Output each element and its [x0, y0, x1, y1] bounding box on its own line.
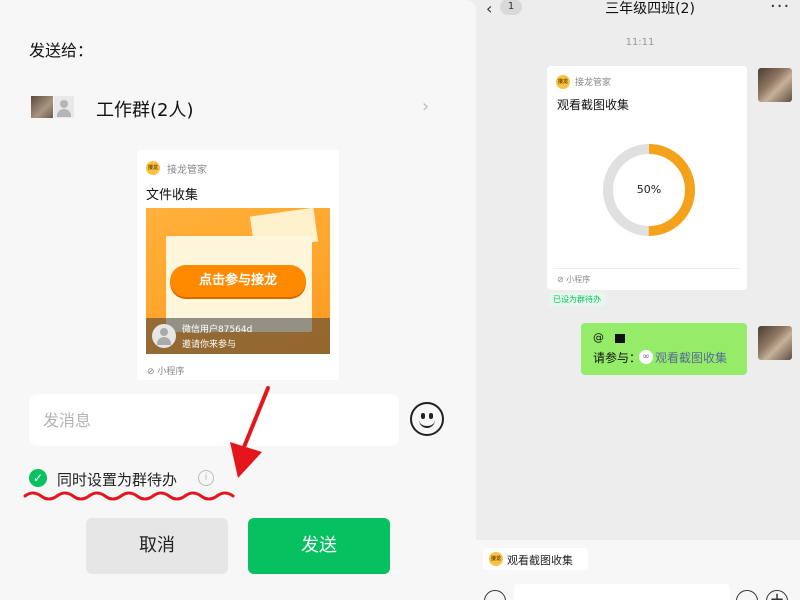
preview-footer-label: 小程序 [157, 367, 185, 377]
card-footer-label: 小程序 [566, 275, 591, 284]
more-dots-icon[interactable]: ··· [770, 0, 790, 17]
app-logo-icon: 接龙 [556, 75, 570, 89]
request-label: 请参与： [593, 351, 642, 365]
send-button[interactable]: 发送 [248, 518, 390, 574]
emoji-icon[interactable] [410, 402, 444, 436]
preview-app-name: 接龙管家 [167, 165, 207, 176]
avatar[interactable] [758, 68, 792, 102]
todo-tag: 已设为群待办 [549, 293, 605, 306]
card-app-name: 接龙管家 [575, 78, 612, 88]
app-logo-icon: 接龙 [146, 161, 160, 175]
chevron-left-icon[interactable]: ‹ [486, 0, 492, 18]
chevron-right-icon[interactable]: › [422, 96, 429, 117]
chat-input[interactable] [514, 584, 730, 600]
progress-label: 50% [636, 183, 662, 196]
sheet-title: 发送给： [29, 41, 94, 60]
preview-title: 文件收集 [146, 188, 199, 203]
avatar[interactable] [758, 326, 792, 360]
join-cta: 点击参与接龙 [170, 265, 306, 297]
share-sheet: 发送给： 工作群(2人) › 接龙 接龙管家 文件收集 点击参与接龙 微信用户8… [0, 0, 476, 600]
mention-at: @ [593, 331, 604, 344]
inviter-avatar [152, 324, 176, 348]
bubble-link[interactable]: 观看截图收集 [655, 349, 727, 366]
inviter-name: 微信用户87564d [182, 325, 253, 335]
message-bubble[interactable]: @ 请参与： ∞ 观看截图收集 [581, 323, 747, 375]
todo-chip-label: 观看截图收集 [507, 554, 573, 567]
group-todo-chip[interactable]: 接龙 观看截图收集 [483, 548, 588, 570]
progress-ring: 50% [599, 140, 699, 240]
share-preview-card: 接龙 接龙管家 文件收集 点击参与接龙 微信用户87564d 邀请你来参与 ⊘ … [137, 150, 339, 380]
group-avatar-default [54, 96, 74, 118]
message-input[interactable] [29, 394, 399, 446]
group-avatar-photo [31, 96, 53, 118]
set-todo-label[interactable]: 同时设置为群待办 [57, 469, 177, 490]
unread-badge: 1 [500, 0, 522, 15]
chat-title: 三年级四班(2) [605, 1, 695, 17]
link-icon: ∞ [639, 350, 653, 364]
invite-text: 邀请你来参与 [182, 340, 237, 350]
cancel-button[interactable]: 取消 [86, 518, 228, 574]
mini-program-card[interactable]: 接龙 接龙管家 观看截图收集 50% ⊘ 小程序 [547, 66, 747, 290]
inviter-strip: 微信用户87564d 邀请你来参与 [146, 318, 330, 354]
recipient-name: 工作群(2人) [96, 100, 194, 121]
app-logo-icon: 接龙 [489, 552, 503, 566]
mention-redacted [615, 334, 625, 343]
preview-banner: 点击参与接龙 微信用户87564d 邀请你来参与 [146, 208, 330, 354]
chat-timestamp: 11:11 [625, 37, 655, 48]
preview-footer: ⊘ 小程序 [147, 367, 185, 377]
card-title: 观看截图收集 [557, 98, 630, 112]
info-icon[interactable]: i [198, 470, 214, 486]
card-divider [553, 268, 741, 269]
card-footer: ⊘ 小程序 [557, 275, 591, 284]
set-todo-checkbox[interactable]: ✓ [29, 469, 47, 487]
